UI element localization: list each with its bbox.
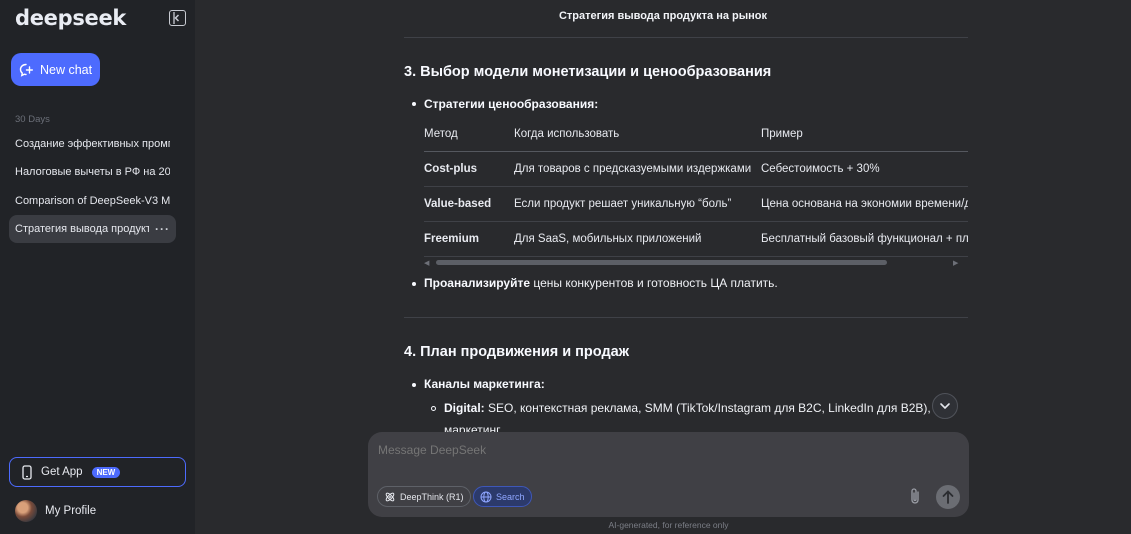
avatar (15, 500, 37, 522)
search-label: Search (496, 491, 525, 502)
atom-icon (385, 492, 395, 501)
collapse-sidebar-button[interactable] (169, 10, 186, 26)
new-chat-button[interactable]: New chat (11, 53, 100, 86)
new-badge: NEW (91, 466, 121, 478)
analyze-bold: Проанализируйте (424, 276, 530, 290)
table-header: Метод (424, 128, 458, 140)
table-cell: Cost-plus (424, 163, 478, 175)
channels-label: Каналы маркетинга: (424, 377, 545, 391)
table-cell: Себестоимость + 30% (761, 163, 880, 175)
table-divider (424, 186, 968, 187)
table-cell: Freemium (424, 233, 479, 245)
more-options-icon[interactable]: ··· (155, 222, 170, 236)
table-divider (424, 151, 968, 152)
history-item[interactable]: Создание эффективных промп (9, 130, 176, 158)
analyze-rest: цены конкурентов и готовность ЦА платить… (530, 276, 778, 290)
history-item-label: Создание эффективных промп (15, 138, 170, 150)
get-app-button[interactable]: Get App NEW (9, 457, 186, 487)
deepthink-toggle[interactable]: DeepThink (R1) (377, 486, 471, 507)
table-divider (424, 256, 968, 257)
section-heading: 4. План продвижения и продаж (404, 344, 630, 360)
paperclip-icon[interactable] (909, 487, 921, 505)
analyze-text: Проанализируйте цены конкурентов и готов… (424, 276, 778, 290)
new-chat-icon (19, 63, 33, 77)
sidebar: deepseek New chat 30 Days Создание эффек… (0, 0, 195, 534)
get-app-label: Get App (41, 466, 83, 478)
phone-icon (22, 464, 32, 480)
section-heading: 3. Выбор модели монетизации и ценообразо… (404, 64, 772, 80)
history-item-label: Стратегия вывода продукт (15, 223, 149, 235)
table-header: Когда использовать (514, 128, 620, 140)
chat-area: Стратегия вывода продукта на рынок 3. Вы… (195, 0, 1131, 534)
collapse-sidebar-icon (173, 12, 180, 24)
history-section-label: 30 Days (15, 114, 50, 125)
new-chat-label: New chat (40, 62, 93, 77)
history-item-active[interactable]: Стратегия вывода продукт ··· (9, 215, 176, 243)
table-cell: Если продукт решает уникальную “боль” (514, 198, 732, 210)
scroll-to-bottom-button[interactable] (932, 393, 958, 419)
table-cell: Для SaaS, мобильных приложений (514, 233, 702, 245)
bullet (412, 282, 416, 286)
scroll-left-icon[interactable]: ◀ (424, 259, 429, 267)
bullet (412, 383, 416, 387)
message-input[interactable] (378, 443, 958, 457)
message-composer: DeepThink (R1) Search (368, 432, 969, 517)
scroll-thumb[interactable] (436, 260, 887, 265)
sub-bullet (431, 406, 436, 411)
chat-title: Стратегия вывода продукта на рынок (558, 10, 768, 22)
table-cell: Цена основана на экономии времени/д (761, 198, 968, 210)
table-divider (424, 221, 968, 222)
search-toggle[interactable]: Search (473, 486, 532, 507)
table-scrollbar[interactable]: ◀ ▶ (424, 259, 968, 267)
history-item-label: Comparison of DeepSeek-V3 Me (15, 195, 170, 207)
history-item-label: Налоговые вычеты в РФ на 202 (15, 166, 170, 178)
deepthink-label: DeepThink (R1) (400, 491, 464, 502)
digital-bold: Digital: (444, 401, 485, 415)
divider (404, 317, 968, 318)
pricing-label: Стратегии ценообразования: (424, 97, 599, 111)
scroll-right-icon[interactable]: ▶ (953, 259, 958, 267)
disclaimer: AI-generated, for reference only (608, 520, 729, 530)
table-header: Пример (761, 128, 803, 140)
digital-rest: SEO, контекстная реклама, SMM (TikTok/In… (484, 401, 937, 415)
bullet (412, 102, 416, 106)
history-item[interactable]: Налоговые вычеты в РФ на 202 (9, 158, 176, 186)
history-item[interactable]: Comparison of DeepSeek-V3 Me (9, 187, 176, 215)
profile-label: My Profile (45, 505, 97, 517)
chevron-down-icon (940, 403, 950, 410)
table-cell: Бесплатный базовый функционал + пла (761, 233, 968, 245)
divider (404, 37, 968, 38)
my-profile-button[interactable]: My Profile (15, 499, 96, 523)
send-button[interactable] (936, 485, 960, 509)
table-cell: Value-based (424, 198, 492, 210)
table-cell: Для товаров с предсказуемыми издержками (514, 163, 752, 175)
deepseek-logo: deepseek (15, 6, 127, 30)
digital-text: Digital: SEO, контекстная реклама, SMM (… (444, 401, 937, 415)
arrow-up-icon (942, 490, 954, 504)
globe-icon (480, 491, 492, 502)
